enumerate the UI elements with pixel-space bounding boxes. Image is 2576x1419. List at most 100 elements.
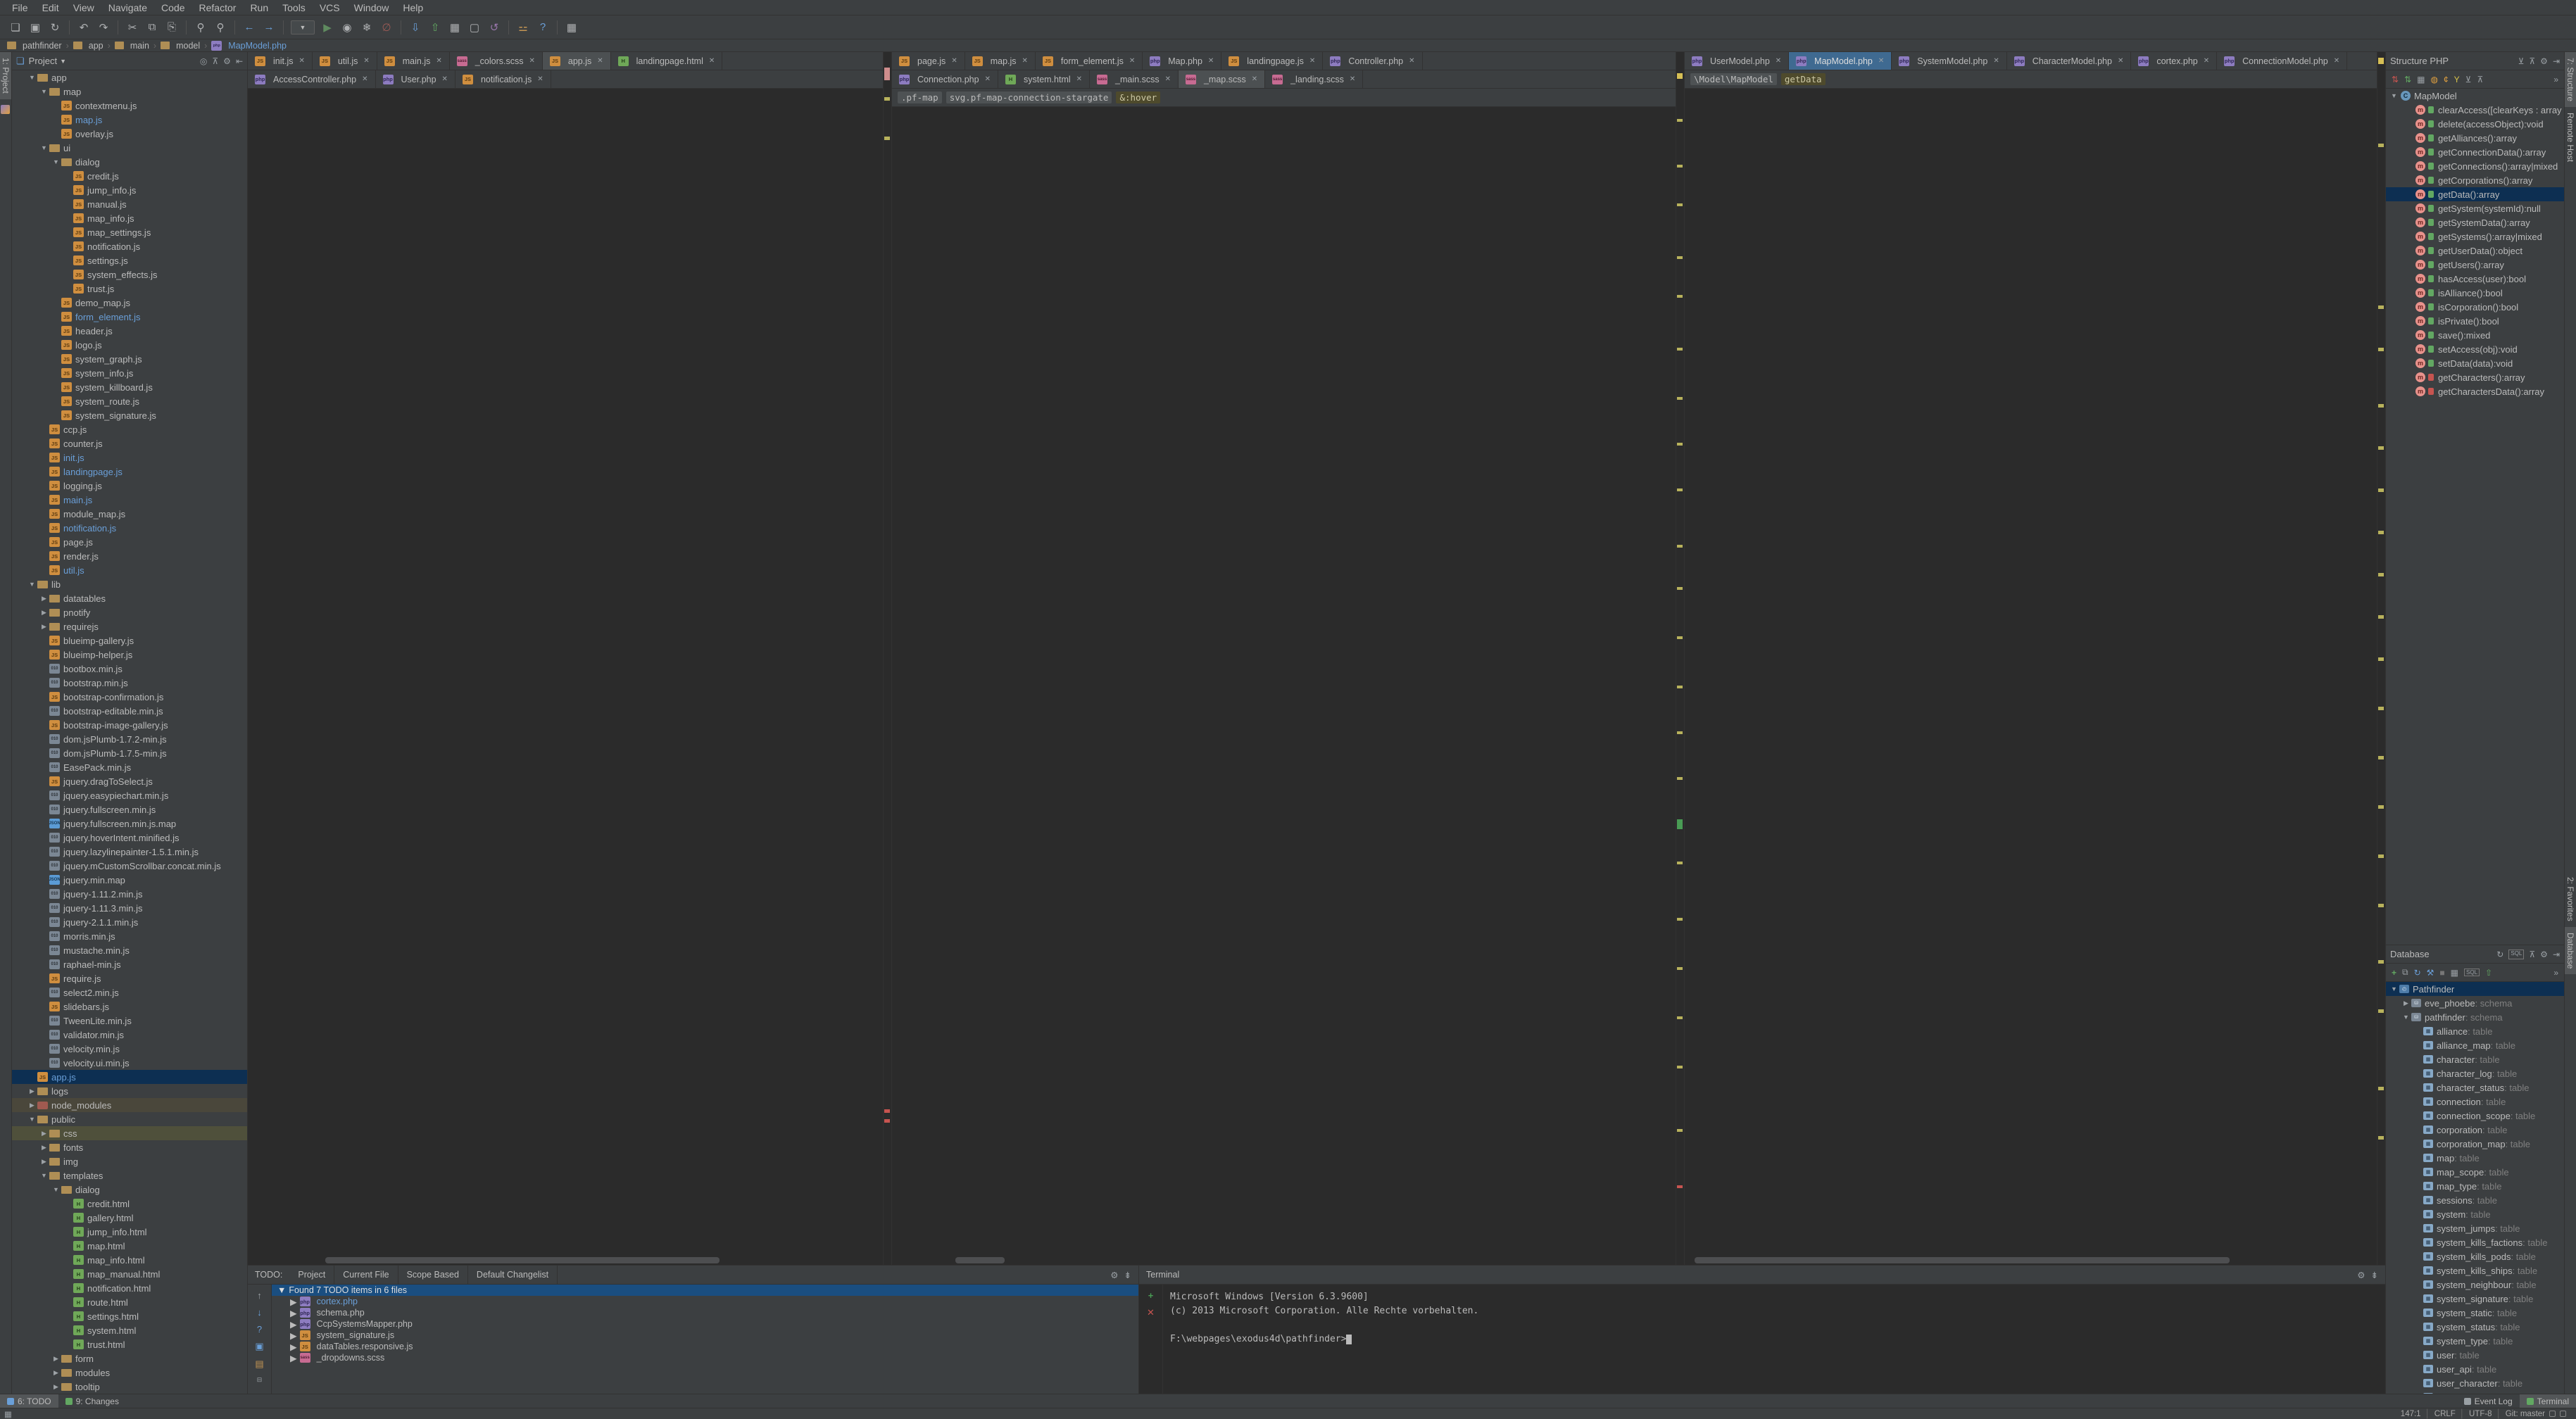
back-icon[interactable]: ←	[240, 18, 258, 37]
project-item-map[interactable]: ▼map	[12, 84, 247, 99]
db-item-pathfinder[interactable]: ▼◴Pathfinder	[2386, 982, 2564, 996]
sync-icon[interactable]: ↻	[2496, 950, 2503, 959]
save-all-icon[interactable]: ▣	[26, 18, 44, 37]
close-tab-icon[interactable]: ✕	[442, 75, 448, 83]
help-icon[interactable]: ?	[534, 18, 552, 37]
settings-icon[interactable]: ⚙	[1110, 1270, 1118, 1280]
chevron-down-icon[interactable]: ▼	[60, 58, 66, 65]
context-chip[interactable]: getData	[1781, 73, 1826, 85]
project-item-logging-js[interactable]: JSlogging.js	[12, 479, 247, 493]
todo-file-ccpsystemsmapper-php[interactable]: ▶phpCcpSystemsMapper.php	[272, 1318, 1138, 1330]
tab-accesscontroller-php[interactable]: phpAccessController.php✕	[248, 70, 376, 88]
close-tab-icon[interactable]: ✕	[1165, 75, 1171, 83]
tool-stripe-1-project[interactable]: 1: Project	[0, 52, 11, 99]
project-item-easepack-min-js[interactable]: 010EasePack.min.js	[12, 760, 247, 774]
project-item-notification-html[interactable]: Hnotification.html	[12, 1281, 247, 1295]
project-item-system-html[interactable]: Hsystem.html	[12, 1323, 247, 1337]
project-item-form-element-js[interactable]: JSform_element.js	[12, 310, 247, 324]
structure-method-iscorporation[interactable]: misCorporation():bool	[2386, 300, 2564, 314]
db-item-map-scope[interactable]: ▦map_scope: table	[2386, 1165, 2564, 1179]
project-item-jquery-1-11-3-min-js[interactable]: 010jquery-1.11.3.min.js	[12, 901, 247, 915]
tab-map-php[interactable]: phpMap.php✕	[1143, 52, 1221, 70]
paste-icon[interactable]: ⎘	[163, 18, 181, 37]
project-item-manual-js[interactable]: JSmanual.js	[12, 197, 247, 211]
todo-tab-project[interactable]: Project	[289, 1266, 334, 1284]
project-item-logs[interactable]: ▶logs	[12, 1084, 247, 1098]
tab-connection-php[interactable]: phpConnection.php✕	[892, 70, 998, 88]
tab-landing-scss[interactable]: sass_landing.scss✕	[1265, 70, 1363, 88]
run-config-dropdown[interactable]: ▼	[291, 20, 315, 34]
breadcrumb-pathfinder[interactable]: pathfinder	[7, 41, 62, 51]
menu-code[interactable]: Code	[155, 1, 191, 15]
breadcrumb-mapmodel-php[interactable]: phpMapModel.php	[211, 41, 287, 51]
project-item-landingpage-js[interactable]: JSlandingpage.js	[12, 465, 247, 479]
project-item-dom-jsplumb-1-7-2-min-js[interactable]: 010dom.jsPlumb-1.7.2-min.js	[12, 732, 247, 746]
project-item-settings-html[interactable]: Hsettings.html	[12, 1309, 247, 1323]
project-item-counter-js[interactable]: JScounter.js	[12, 436, 247, 450]
tab-landingpage-js[interactable]: JSlandingpage.js✕	[1221, 52, 1323, 70]
db-item-system-signature[interactable]: ▦system_signature: table	[2386, 1292, 2564, 1306]
project-item-img[interactable]: ▶img	[12, 1154, 247, 1168]
project-item-pnotify[interactable]: ▶pnotify	[12, 605, 247, 619]
close-tab-icon[interactable]: ✕	[709, 57, 715, 65]
redo-icon[interactable]: ↷	[94, 18, 113, 37]
project-item-trust-js[interactable]: JStrust.js	[12, 282, 247, 296]
menu-run[interactable]: Run	[244, 1, 275, 15]
collapse-all-icon[interactable]: ⊼	[2529, 950, 2535, 959]
db-item-system-jumps[interactable]: ▦system_jumps: table	[2386, 1221, 2564, 1235]
project-item-contextmenu-js[interactable]: JScontextmenu.js	[12, 99, 247, 113]
close-tab-icon[interactable]: ✕	[1878, 57, 1884, 65]
tab-mapmodel-php[interactable]: phpMapModel.php✕	[1789, 52, 1892, 70]
db-item-alliance[interactable]: ▦alliance: table	[2386, 1024, 2564, 1038]
status-line-endings[interactable]: CRLF	[2434, 1410, 2456, 1418]
project-item-bootstrap-editable-min-js[interactable]: 010bootstrap-editable.min.js	[12, 704, 247, 718]
error-stripe[interactable]	[883, 52, 891, 1265]
settings-icon[interactable]: ⚙	[2357, 1270, 2365, 1280]
synchronize-icon[interactable]: ↻	[46, 18, 64, 37]
settings-icon[interactable]: ⚍	[514, 18, 532, 37]
db-item-eve-phoebe[interactable]: ▶⛁eve_phoebe: schema	[2386, 996, 2564, 1010]
project-item-velocity-min-js[interactable]: 010velocity.min.js	[12, 1042, 247, 1056]
datasource-properties-icon[interactable]: ⚒	[2427, 968, 2434, 978]
db-item-system-kills-factions[interactable]: ▦system_kills_factions: table	[2386, 1235, 2564, 1249]
tree-toggle-icon[interactable]: ▶	[40, 609, 48, 617]
refresh-icon[interactable]: ↻	[2414, 968, 2421, 978]
project-item-jquery-lazylinepainter-1-5-1-min-js[interactable]: 010jquery.lazylinepainter-1.5.1.min.js	[12, 845, 247, 859]
structure-method-getdata[interactable]: mgetData():array	[2386, 187, 2564, 201]
tab-connectionmodel-php[interactable]: phpConnectionModel.php✕	[2217, 52, 2347, 70]
structure-method-hasaccess[interactable]: mhasAccess(user):bool	[2386, 272, 2564, 286]
more-icon[interactable]: »	[2553, 968, 2558, 978]
project-item-credit-js[interactable]: JScredit.js	[12, 169, 247, 183]
tree-toggle-icon[interactable]: ▼	[28, 1116, 36, 1123]
project-item-jquery-mcustomscrollbar-concat-min-js[interactable]: 010jquery.mCustomScrollbar.concat.min.js	[12, 859, 247, 873]
breadcrumb-app[interactable]: app	[73, 41, 103, 51]
todo-tab-current-file[interactable]: Current File	[334, 1266, 398, 1284]
tool-stripe-remote-host[interactable]: Remote Host	[2565, 107, 2576, 168]
status-git-branch[interactable]: Git: master	[2506, 1410, 2545, 1418]
ui-designer-icon[interactable]: ▦	[563, 18, 581, 37]
group-methods-icon[interactable]: Y	[2454, 75, 2460, 84]
project-item-dom-jsplumb-1-7-5-min-js[interactable]: 010dom.jsPlumb-1.7.5-min.js	[12, 746, 247, 760]
project-item-util-js[interactable]: JSutil.js	[12, 563, 247, 577]
structure-method-getalliances[interactable]: mgetAlliances():array	[2386, 131, 2564, 145]
close-tab-icon[interactable]: ✕	[1129, 57, 1135, 65]
debug-mute-icon[interactable]: ◉	[338, 18, 356, 37]
project-item-app-js[interactable]: JSapp.js	[12, 1070, 247, 1084]
db-item-alliance-map[interactable]: ▦alliance_map: table	[2386, 1038, 2564, 1052]
project-item-render-js[interactable]: JSrender.js	[12, 549, 247, 563]
tree-toggle-icon[interactable]: ▶	[40, 595, 48, 603]
settings-icon[interactable]: ⚙	[2540, 950, 2548, 959]
project-item-tweenlite-min-js[interactable]: 010TweenLite.min.js	[12, 1014, 247, 1028]
structure-method-setaccess[interactable]: msetAccess(obj):void	[2386, 342, 2564, 356]
settings-icon[interactable]: ⚙	[2540, 56, 2548, 66]
tab-page-js[interactable]: JSpage.js✕	[892, 52, 965, 70]
project-item-requirejs[interactable]: ▶requirejs	[12, 619, 247, 633]
project-item-system-signature-js[interactable]: JSsystem_signature.js	[12, 408, 247, 422]
project-item-datatables[interactable]: ▶datatables	[12, 591, 247, 605]
structure-method-getsystemdata[interactable]: mgetSystemData():array	[2386, 215, 2564, 229]
open-icon[interactable]: ❏	[6, 18, 25, 37]
breadcrumb-model[interactable]: model	[161, 41, 200, 51]
close-tab-icon[interactable]: ✕	[2118, 57, 2123, 65]
close-tab-icon[interactable]: ✕	[1350, 75, 1355, 83]
project-item-blueimp-gallery-js[interactable]: JSblueimp-gallery.js	[12, 633, 247, 648]
